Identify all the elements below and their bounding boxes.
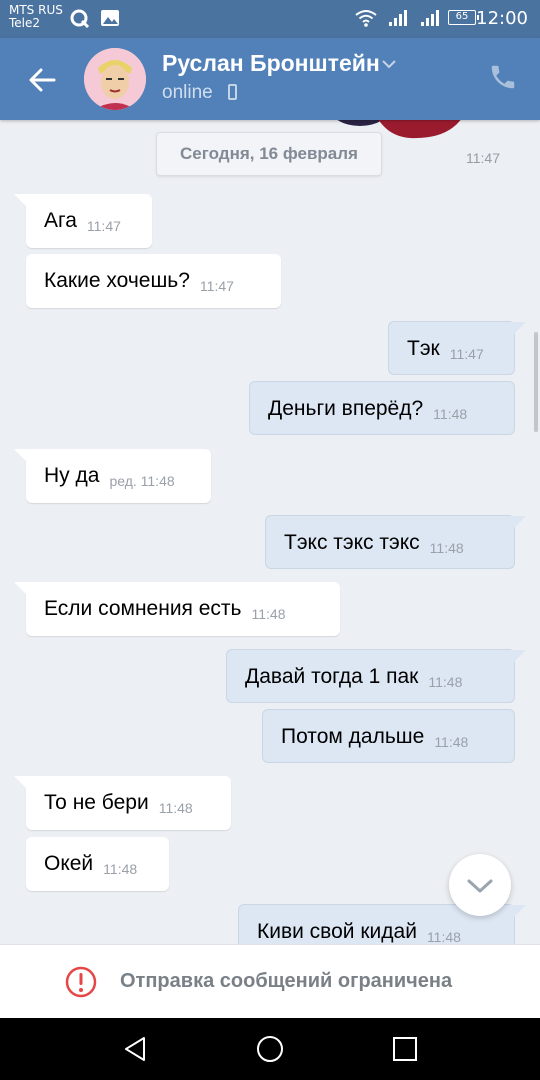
nav-home-icon[interactable] <box>255 1034 285 1064</box>
carrier-info: MTS RUS Tele2 <box>9 4 63 30</box>
message-text: Потом дальше <box>281 725 425 748</box>
presence-status: online <box>162 82 213 103</box>
scrollbar[interactable] <box>534 332 538 432</box>
system-nav-bar <box>0 1018 540 1080</box>
message-text: Ага <box>44 209 77 232</box>
message-time: 11:48 <box>429 540 464 556</box>
message-text: Окей <box>44 852 94 875</box>
message-incoming[interactable]: Ага 11:47 <box>14 194 152 248</box>
message-time: 11:47 <box>449 346 484 362</box>
message-time: 11:48 <box>158 800 193 816</box>
contact-name[interactable]: Руслан Бронштейн <box>162 50 380 77</box>
message-incoming[interactable]: Ну да ред. 11:48 <box>14 449 211 503</box>
message-incoming[interactable]: Окей 11:48 <box>26 837 169 891</box>
battery-icon: 65 <box>448 10 479 25</box>
message-outgoing[interactable]: Давай тогда 1 пак 11:48 <box>226 649 526 703</box>
message-outgoing[interactable]: Деньги вперёд? 11:48 <box>249 381 515 435</box>
message-time: 11:48 <box>103 861 138 877</box>
clock: 12:00 <box>476 8 528 29</box>
warning-icon <box>65 966 97 998</box>
date-separator: Сегодня, 16 февраля <box>156 132 382 176</box>
message-outgoing[interactable]: Потом дальше 11:48 <box>262 709 515 763</box>
message-text: То не бери <box>44 791 149 814</box>
message-text: Ну да <box>44 464 100 487</box>
message-text: Деньги вперёд? <box>268 397 424 420</box>
message-text: Тэк <box>407 337 440 360</box>
gallery-icon <box>101 10 119 26</box>
q-app-icon <box>70 9 90 29</box>
back-arrow-icon[interactable] <box>24 62 60 98</box>
message-time: 11:47 <box>199 278 234 294</box>
wifi-icon <box>355 10 377 27</box>
message-time: 11:48 <box>434 734 469 750</box>
message-outgoing[interactable]: Тэкс тэкс тэкс 11:48 <box>265 515 526 569</box>
message-outgoing[interactable]: Тэк 11:47 <box>388 321 526 375</box>
message-incoming[interactable]: Если сомнения есть 11:48 <box>14 582 340 636</box>
chat-header: Руслан Бронштейн online <box>0 38 540 120</box>
signal-2-icon <box>421 10 439 26</box>
message-time: 11:47 <box>86 218 121 234</box>
message-time: 11:48 <box>433 406 468 422</box>
scroll-down-icon <box>467 879 493 893</box>
status-bar: MTS RUS Tele2 65 12:00 <box>0 0 540 38</box>
message-text: Давай тогда 1 пак <box>245 665 419 688</box>
message-incoming[interactable]: Какие хочешь? 11:47 <box>26 254 281 308</box>
phone-icon[interactable] <box>488 62 518 92</box>
carrier-2: Tele2 <box>9 16 41 30</box>
message-time: 11:48 <box>251 606 286 622</box>
restricted-message: Отправка сообщений ограничена <box>120 970 453 992</box>
message-incoming[interactable]: То не бери 11:48 <box>14 776 231 830</box>
avatar-image <box>84 48 146 110</box>
signal-1-icon <box>389 10 407 26</box>
message-text: Киви свой кидай <box>257 920 417 943</box>
message-text: Если сомнения есть <box>44 597 242 620</box>
scroll-down-button[interactable] <box>449 854 511 916</box>
mobile-icon <box>228 84 237 100</box>
message-time: 11:48 <box>426 929 461 944</box>
nav-back-icon[interactable] <box>120 1034 150 1064</box>
restricted-bar: Отправка сообщений ограничена <box>0 944 540 1019</box>
message-text: Какие хочешь? <box>44 269 190 292</box>
chevron-down-icon[interactable] <box>381 58 397 70</box>
message-time: ред. 11:48 <box>109 473 175 489</box>
sticker-timestamp: 11:47 <box>466 150 500 166</box>
message-list[interactable]: Сегодня, 16 февраля 11:47 Ага 11:47 Какие… <box>0 120 540 944</box>
message-time: 11:48 <box>428 674 463 690</box>
message-text: Тэкс тэкс тэкс <box>284 531 420 554</box>
nav-recents-icon[interactable] <box>390 1034 420 1064</box>
avatar[interactable] <box>84 48 146 110</box>
